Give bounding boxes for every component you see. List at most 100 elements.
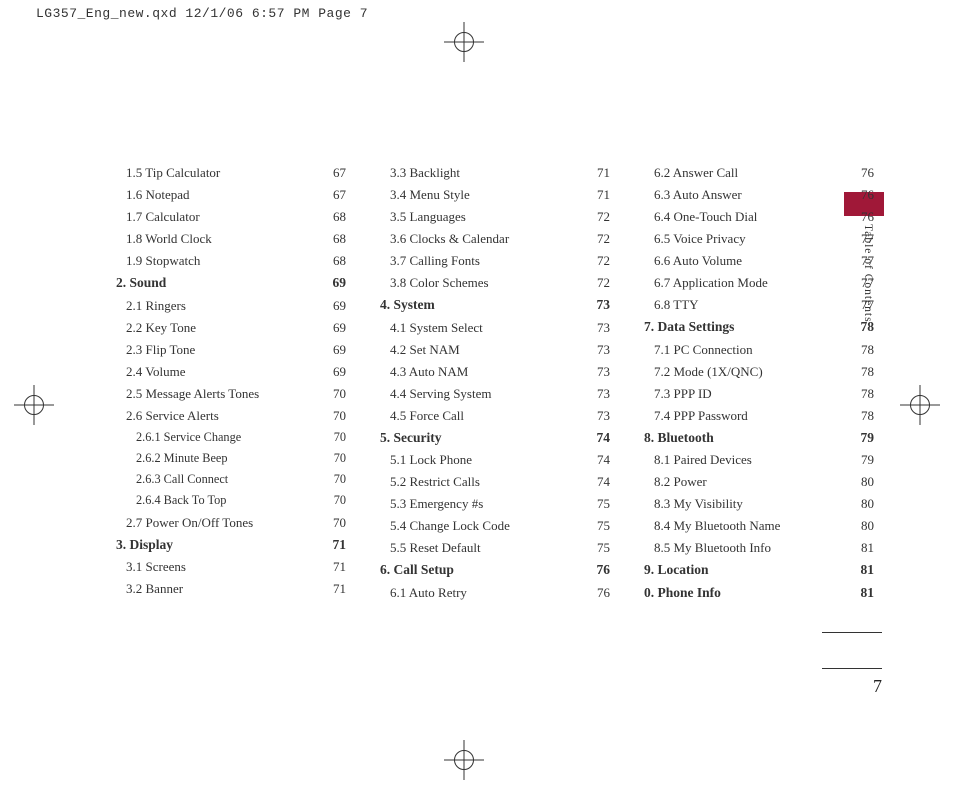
toc-section-row: 6. Call Setup76 xyxy=(380,563,610,577)
toc-entry-row: 6.3 Auto Answer76 xyxy=(644,188,874,201)
toc-entry-page: 76 xyxy=(591,586,610,599)
toc-entry-row: 8.1 Paired Devices79 xyxy=(644,453,874,466)
toc-entry-row: 3.6 Clocks & Calendar72 xyxy=(380,232,610,245)
toc-entry-label: 3. Display xyxy=(116,538,173,552)
toc-entry-label: 9. Location xyxy=(644,563,709,577)
toc-entry-page: 76 xyxy=(591,563,611,577)
toc-columns: 1.5 Tip Calculator671.6 Notepad671.7 Cal… xyxy=(116,166,876,608)
toc-section-row: 7. Data Settings78 xyxy=(644,320,874,334)
toc-entry-label: 4.2 Set NAM xyxy=(380,343,460,356)
toc-entry-page: 74 xyxy=(591,475,610,488)
toc-entry-page: 72 xyxy=(591,254,610,267)
toc-entry-row: 2.5 Message Alerts Tones70 xyxy=(116,387,346,400)
toc-entry-label: 2.6.4 Back To Top xyxy=(116,494,226,506)
toc-entry-page: 67 xyxy=(327,166,346,179)
toc-section-row: 8. Bluetooth79 xyxy=(644,431,874,445)
toc-entry-page: 70 xyxy=(328,431,346,443)
toc-entry-page: 69 xyxy=(327,321,346,334)
toc-entry-row: 5.5 Reset Default75 xyxy=(380,541,610,554)
toc-entry-page: 70 xyxy=(327,409,346,422)
toc-entry-label: 6.6 Auto Volume xyxy=(644,254,742,267)
toc-entry-row: 4.3 Auto NAM73 xyxy=(380,365,610,378)
toc-entry-label: 8.2 Power xyxy=(644,475,707,488)
toc-entry-page: 68 xyxy=(327,210,346,223)
toc-entry-label: 2.7 Power On/Off Tones xyxy=(116,516,253,529)
toc-entry-label: 2.1 Ringers xyxy=(116,299,186,312)
toc-section-row: 2. Sound 69 xyxy=(116,276,346,290)
toc-entry-row: 1.5 Tip Calculator 67 xyxy=(116,166,346,179)
toc-entry-row: 2.6.1 Service Change 70 xyxy=(116,431,346,443)
toc-entry-label: 8.1 Paired Devices xyxy=(644,453,752,466)
toc-entry-page: 77 xyxy=(855,298,874,311)
toc-entry-label: 8.5 My Bluetooth Info xyxy=(644,541,771,554)
toc-entry-row: 2.1 Ringers 69 xyxy=(116,299,346,312)
toc-entry-label: 3.5 Languages xyxy=(380,210,466,223)
toc-entry-label: 7.2 Mode (1X/QNC) xyxy=(644,365,763,378)
toc-entry-page: 78 xyxy=(855,365,874,378)
toc-entry-row: 3.4 Menu Style71 xyxy=(380,188,610,201)
print-job-header: LG357_Eng_new.qxd 12/1/06 6:57 PM Page 7 xyxy=(36,6,368,21)
toc-entry-page: 77 xyxy=(855,232,874,245)
toc-entry-page: 80 xyxy=(855,519,874,532)
registration-mark-icon xyxy=(444,740,484,780)
toc-entry-label: 1.5 Tip Calculator xyxy=(116,166,220,179)
toc-entry-page: 76 xyxy=(855,188,874,201)
toc-entry-row: 1.8 World Clock68 xyxy=(116,232,346,245)
toc-entry-row: 4.4 Serving System73 xyxy=(380,387,610,400)
toc-entry-page: 77 xyxy=(855,276,874,289)
toc-entry-page: 72 xyxy=(591,276,610,289)
toc-entry-page: 73 xyxy=(591,321,610,334)
toc-entry-page: 73 xyxy=(591,298,611,312)
toc-section-row: 9. Location81 xyxy=(644,563,874,577)
toc-entry-page: 76 xyxy=(855,210,874,223)
toc-entry-label: 2.4 Volume xyxy=(116,365,185,378)
toc-entry-page: 69 xyxy=(327,276,347,290)
toc-entry-label: 2.6.1 Service Change xyxy=(116,431,241,443)
toc-entry-row: 4.1 System Select73 xyxy=(380,321,610,334)
toc-entry-label: 2.5 Message Alerts Tones xyxy=(116,387,259,400)
toc-entry-label: 2. Sound xyxy=(116,276,166,290)
toc-entry-row: 3.5 Languages 72 xyxy=(380,210,610,223)
toc-entry-label: 2.6.2 Minute Beep xyxy=(116,452,228,464)
toc-entry-row: 5.4 Change Lock Code75 xyxy=(380,519,610,532)
toc-section-row: 5. Security74 xyxy=(380,431,610,445)
toc-entry-page: 81 xyxy=(855,541,874,554)
toc-entry-row: 3.8 Color Schemes72 xyxy=(380,276,610,289)
toc-entry-page: 70 xyxy=(328,452,346,464)
toc-entry-row: 5.2 Restrict Calls74 xyxy=(380,475,610,488)
toc-entry-label: 1.9 Stopwatch xyxy=(116,254,200,267)
toc-entry-row: 2.7 Power On/Off Tones70 xyxy=(116,516,346,529)
toc-entry-row: 3.1 Screens71 xyxy=(116,560,346,573)
toc-entry-row: 5.3 Emergency #s75 xyxy=(380,497,610,510)
toc-column: 1.5 Tip Calculator671.6 Notepad671.7 Cal… xyxy=(116,166,346,608)
toc-entry-page: 75 xyxy=(591,541,610,554)
toc-entry-row: 6.6 Auto Volume77 xyxy=(644,254,874,267)
toc-entry-label: 2.3 Flip Tone xyxy=(116,343,195,356)
toc-entry-page: 72 xyxy=(591,210,610,223)
toc-entry-row: 6.2 Answer Call76 xyxy=(644,166,874,179)
toc-entry-page: 68 xyxy=(327,254,346,267)
toc-entry-label: 3.1 Screens xyxy=(116,560,186,573)
toc-entry-row: 3.2 Banner71 xyxy=(116,582,346,595)
toc-entry-row: 1.7 Calculator68 xyxy=(116,210,346,223)
toc-entry-page: 71 xyxy=(591,188,610,201)
toc-entry-row: 6.1 Auto Retry76 xyxy=(380,586,610,599)
toc-entry-label: 5. Security xyxy=(380,431,442,445)
toc-entry-page: 78 xyxy=(855,343,874,356)
toc-entry-label: 5.4 Change Lock Code xyxy=(380,519,510,532)
toc-entry-page: 75 xyxy=(591,497,610,510)
registration-mark-icon xyxy=(14,385,54,425)
toc-entry-page: 70 xyxy=(328,494,346,506)
toc-entry-label: 8.4 My Bluetooth Name xyxy=(644,519,780,532)
registration-mark-icon xyxy=(900,385,940,425)
toc-entry-row: 2.6 Service Alerts 70 xyxy=(116,409,346,422)
toc-entry-page: 69 xyxy=(327,299,346,312)
toc-entry-page: 72 xyxy=(591,232,610,245)
toc-entry-label: 7.1 PC Connection xyxy=(644,343,753,356)
toc-entry-label: 6.2 Answer Call xyxy=(644,166,738,179)
toc-entry-row: 2.3 Flip Tone69 xyxy=(116,343,346,356)
toc-section-row: 3. Display71 xyxy=(116,538,346,552)
toc-entry-row: 3.7 Calling Fonts72 xyxy=(380,254,610,267)
toc-entry-label: 2.6 Service Alerts xyxy=(116,409,219,422)
toc-entry-page: 73 xyxy=(591,409,610,422)
